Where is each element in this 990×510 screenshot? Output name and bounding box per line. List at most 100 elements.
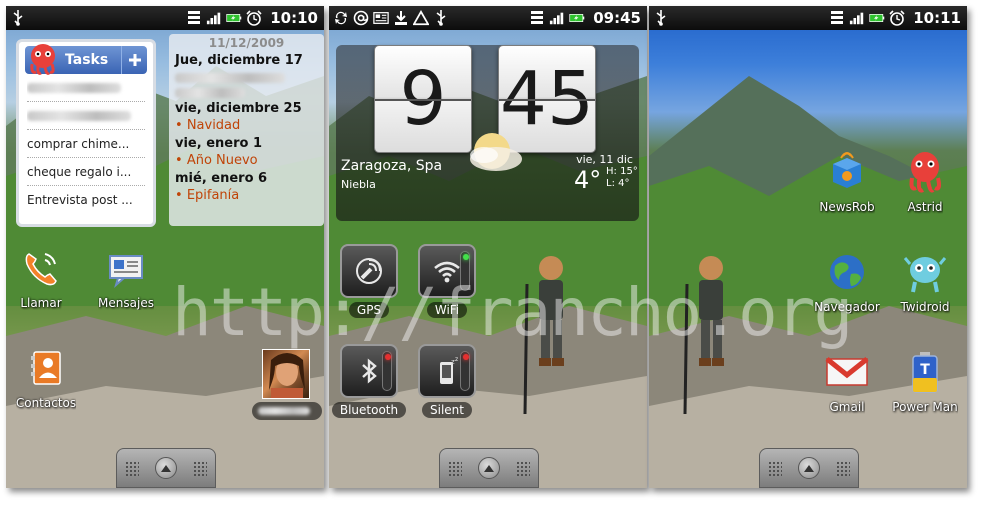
status-bar: 09:45 — [329, 6, 647, 30]
dock-grip — [125, 461, 139, 477]
warning-triangle-icon — [413, 9, 429, 27]
alarm-icon — [889, 9, 905, 27]
calendar-day: Jue, diciembre 17 — [175, 53, 303, 68]
astrid-mascot-icon — [27, 42, 59, 80]
svg-text:z: z — [455, 356, 458, 363]
phone-icon — [19, 246, 63, 290]
home-screen-1: 10:10 Tasks comprar chime... cheque rega… — [6, 6, 324, 488]
app-contactos[interactable]: Contactos — [6, 346, 86, 410]
app-twidroid[interactable]: Twidroid — [885, 250, 965, 314]
twidroid-icon — [903, 250, 947, 294]
weather-fog-icon — [464, 127, 524, 183]
newsrob-icon — [825, 150, 869, 194]
bluetooth-indicator-led — [382, 351, 392, 391]
toggle-label: GPS — [348, 302, 390, 318]
task-item[interactable]: comprar chime... — [27, 130, 145, 158]
task-item-redacted-2[interactable] — [27, 102, 145, 130]
app-label: Mensajes — [98, 296, 154, 310]
battery-icon: T — [903, 350, 947, 394]
email-icon — [353, 9, 369, 27]
app-drawer-tray[interactable] — [116, 448, 216, 488]
messages-icon — [104, 246, 148, 290]
app-drawer-button[interactable] — [478, 457, 500, 479]
clock-weather-widget[interactable]: 9 45 Zaragoza, Spa Niebla vie, 11 dic 4°… — [336, 45, 639, 221]
browser-globe-icon — [825, 250, 869, 294]
app-power-manager[interactable]: T Power Man — [885, 350, 965, 414]
signal-icon — [529, 9, 545, 27]
calendar-date: 11/12/2009 — [208, 36, 285, 50]
status-bar: 10:10 — [6, 6, 324, 30]
app-drawer-tray[interactable] — [439, 448, 539, 488]
app-drawer-tray[interactable] — [759, 448, 859, 488]
dock-grip — [768, 461, 782, 477]
silent-indicator-led — [460, 351, 470, 391]
calendar-event[interactable]: • Navidad — [175, 118, 318, 133]
dock-grip — [516, 461, 530, 477]
screenshot-stage: 10:10 Tasks comprar chime... cheque rega… — [0, 0, 990, 510]
clock-hour: 9 — [374, 45, 472, 153]
home-screen-2: 09:45 9 45 Zaragoza, Spa Niebla vie, 11 … — [329, 6, 647, 488]
gps-toggle-button[interactable] — [340, 244, 398, 298]
battery-charging-icon — [869, 9, 885, 27]
dock-grip — [193, 461, 207, 477]
calendar-event-redacted — [175, 88, 245, 98]
signal-strength-icon — [549, 9, 565, 27]
app-label: Astrid — [907, 200, 943, 214]
wifi-toggle-button[interactable] — [418, 244, 476, 298]
app-mensajes[interactable]: Mensajes — [86, 246, 166, 310]
sync-icon — [333, 9, 349, 27]
silent-toggle-button[interactable]: zz — [418, 344, 476, 398]
alarm-icon — [246, 9, 262, 27]
bluetooth-toggle-button[interactable] — [340, 344, 398, 398]
wallpaper — [649, 6, 967, 488]
toggle-silent[interactable]: zz Silent — [407, 344, 487, 418]
app-drawer-button[interactable] — [798, 457, 820, 479]
toggle-wifi[interactable]: WiFi — [407, 244, 487, 318]
task-item[interactable]: cheque regalo i... — [27, 158, 145, 186]
app-label: Twidroid — [900, 300, 950, 314]
toggle-gps[interactable]: GPS — [329, 244, 409, 318]
calendar-event[interactable]: • Epifanía — [175, 188, 318, 203]
calendar-day: vie, diciembre 25 — [175, 101, 302, 116]
usb-icon — [10, 9, 26, 27]
app-label: Contactos — [15, 396, 77, 410]
status-bar: 10:11 — [649, 6, 967, 30]
wifi-indicator-led — [460, 251, 470, 291]
weather-condition: Niebla — [341, 178, 376, 191]
battery-charging-icon — [569, 9, 585, 27]
app-gmail[interactable]: Gmail — [807, 350, 887, 414]
toggle-label: Bluetooth — [331, 402, 407, 418]
signal-icon — [186, 9, 202, 27]
app-llamar[interactable]: Llamar — [6, 246, 81, 310]
dock-grip — [836, 461, 850, 477]
contact-shortcut-label[interactable] — [252, 402, 322, 420]
status-time: 10:10 — [270, 9, 318, 27]
svg-text:T: T — [920, 362, 930, 378]
weather-temperature: 4° — [574, 166, 602, 194]
calendar-widget[interactable]: 11/12/2009 Jue, diciembre 17 vie, diciem… — [169, 34, 324, 226]
usb-icon — [433, 9, 449, 27]
news-icon — [373, 9, 389, 27]
signal-strength-icon — [206, 9, 222, 27]
add-task-button[interactable] — [121, 46, 147, 74]
calendar-day: vie, enero 1 — [175, 136, 263, 151]
calendar-event[interactable]: • Año Nuevo — [175, 153, 318, 168]
astrid-icon — [903, 150, 947, 194]
toggle-label: Silent — [422, 402, 472, 418]
app-astrid[interactable]: Astrid — [885, 150, 965, 214]
app-newsrob[interactable]: NewsRob — [807, 150, 887, 214]
app-navegador[interactable]: Navegador — [807, 250, 887, 314]
toggle-bluetooth[interactable]: Bluetooth — [329, 344, 409, 418]
status-time: 09:45 — [593, 9, 641, 27]
app-drawer-button[interactable] — [155, 457, 177, 479]
task-item[interactable]: Entrevista post ... — [27, 186, 145, 214]
contacts-icon — [24, 346, 68, 390]
tasks-widget[interactable]: Tasks comprar chime... cheque regalo i..… — [16, 39, 156, 227]
dock-grip — [448, 461, 462, 477]
weather-city: Zaragoza, Spa — [341, 158, 441, 174]
contact-shortcut-photo[interactable] — [262, 349, 310, 399]
tasks-title: Tasks — [65, 52, 109, 68]
gmail-icon — [825, 350, 869, 394]
signal-icon — [829, 9, 845, 27]
app-label: Llamar — [20, 296, 62, 310]
